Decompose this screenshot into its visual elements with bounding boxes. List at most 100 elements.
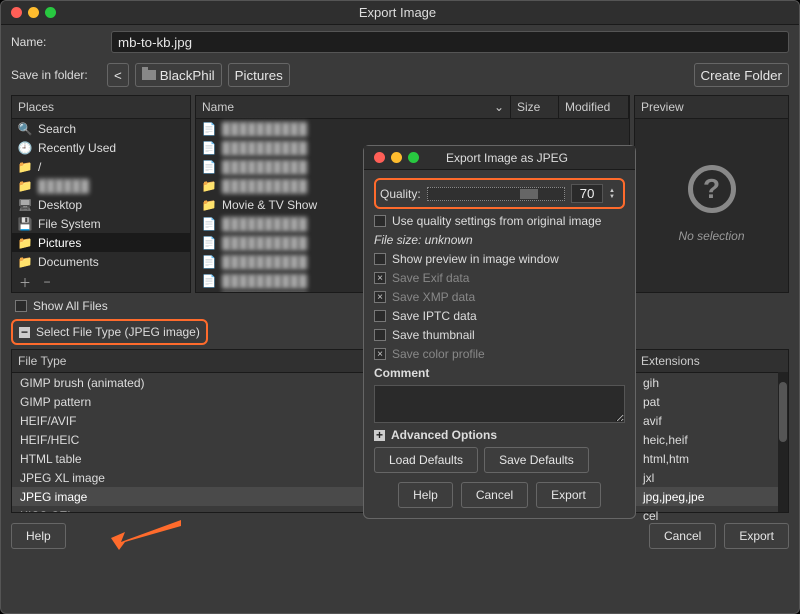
search-icon: 🔍 — [18, 122, 32, 136]
modal-export-button[interactable]: Export — [536, 482, 601, 508]
sidebar-item[interactable]: 🕘 Recently Used — [12, 138, 190, 157]
sidebar-item-label: Desktop — [38, 198, 82, 212]
save-in-folder-row: Save in folder: < BlackPhil Pictures Cre… — [1, 59, 799, 95]
extension-item[interactable]: avif — [635, 411, 788, 430]
clock-icon: 🕘 — [18, 141, 32, 155]
help-button[interactable]: Help — [11, 523, 66, 549]
comment-label: Comment — [374, 366, 429, 380]
folder-icon: 📁 — [18, 179, 32, 193]
sidebar-item[interactable]: 📁 ██████ — [12, 176, 190, 195]
save-thumbnail-checkbox[interactable]: Save thumbnail — [374, 328, 625, 342]
save-iptc-checkbox[interactable]: Save IPTC data — [374, 309, 625, 323]
file-name-label: ██████████ — [222, 217, 307, 231]
question-mark-icon: ? — [688, 165, 736, 213]
export-button[interactable]: Export — [724, 523, 789, 549]
add-place-button[interactable]: ＋ — [18, 275, 32, 289]
size-column-header[interactable]: Size — [511, 96, 559, 119]
show-preview-checkbox[interactable]: Show preview in image window — [374, 252, 625, 266]
create-folder-button[interactable]: Create Folder — [694, 63, 790, 87]
save-defaults-button[interactable]: Save Defaults — [484, 447, 589, 473]
name-column-header[interactable]: Name ⌄ — [196, 96, 511, 119]
extension-item[interactable]: jxl — [635, 468, 788, 487]
file-name-label: ██████████ — [222, 122, 307, 136]
filename-input[interactable] — [111, 31, 789, 53]
file-name-label: ██████████ — [222, 274, 307, 288]
extension-item[interactable]: html,htm — [635, 449, 788, 468]
load-defaults-button[interactable]: Load Defaults — [374, 447, 478, 473]
folder-icon — [142, 70, 156, 80]
modal-cancel-button[interactable]: Cancel — [461, 482, 528, 508]
quality-stepper[interactable]: ▲▼ — [609, 188, 619, 200]
file-size-label: File size: unknown — [374, 233, 625, 247]
scrollbar[interactable] — [778, 372, 788, 512]
maximize-icon[interactable] — [45, 7, 56, 18]
sidebar-item[interactable]: 🖥Desktop — [12, 195, 190, 214]
save-folder-label: Save in folder: — [11, 68, 101, 82]
places-header: Places — [12, 96, 190, 119]
advanced-options-expander[interactable]: +Advanced Options — [374, 428, 625, 442]
file-icon: 📄 — [202, 217, 216, 231]
comment-textarea[interactable] — [374, 385, 625, 423]
select-file-type-expander[interactable]: − Select File Type (JPEG image) — [11, 319, 208, 345]
sidebar-item[interactable]: 💾 File System — [12, 214, 190, 233]
file-name-label: Movie & TV Show — [222, 198, 317, 212]
minimize-icon[interactable] — [391, 152, 402, 163]
minimize-icon[interactable] — [28, 7, 39, 18]
file-icon: 📄 — [202, 122, 216, 136]
name-label: Name: — [11, 35, 101, 49]
modified-column-header[interactable]: Modified — [559, 96, 629, 119]
folder-icon: 📁 — [202, 179, 216, 193]
folder-icon: 📁 — [18, 255, 32, 269]
file-icon: 📄 — [202, 293, 216, 294]
sidebar-item-label: / — [38, 160, 41, 174]
use-original-checkbox[interactable]: Use quality settings from original image — [374, 214, 625, 228]
checkbox-icon — [15, 300, 27, 312]
folder-icon: 📁 — [202, 198, 216, 212]
file-row[interactable]: 📄 ██████████ — [196, 119, 629, 138]
close-icon[interactable] — [374, 152, 385, 163]
file-name-label: ██████████ — [222, 141, 307, 155]
extension-item[interactable]: heic,heif — [635, 430, 788, 449]
path-back-button[interactable]: < — [107, 63, 129, 87]
modal-help-button[interactable]: Help — [398, 482, 453, 508]
sidebar-item-label: Documents — [38, 255, 99, 269]
scrollbar-thumb[interactable] — [779, 382, 787, 442]
extensions-list[interactable]: Extensions gihpatavifheic,heifhtml,htmjx… — [634, 349, 789, 513]
modal-title: Export Image as JPEG — [419, 151, 595, 165]
remove-place-button[interactable]: − — [40, 275, 54, 289]
file-name-label: ██████████ — [222, 160, 307, 174]
preview-panel: Preview ? No selection — [634, 95, 789, 293]
file-name-label: ██████████ — [222, 179, 307, 193]
titlebar: Export Image — [1, 1, 799, 25]
save-xmp-checkbox[interactable]: ×Save XMP data — [374, 290, 625, 304]
sidebar-item[interactable]: 📁Pictures — [12, 233, 190, 252]
breadcrumb-folder-button[interactable]: BlackPhil — [135, 63, 222, 87]
disk-icon: 💾 — [18, 217, 32, 231]
no-selection-label: No selection — [678, 229, 744, 243]
quality-row: Quality: ▲▼ — [374, 178, 625, 209]
close-icon[interactable] — [11, 7, 22, 18]
sidebar-item[interactable]: 🔍Search — [12, 119, 190, 138]
save-exif-checkbox[interactable]: ×Save Exif data — [374, 271, 625, 285]
sidebar-item-label: File System — [38, 217, 101, 231]
extension-item[interactable]: gih — [635, 373, 788, 392]
extension-item[interactable]: cel — [635, 506, 788, 525]
slider-thumb[interactable] — [520, 189, 538, 199]
sidebar-item[interactable]: 📁 Documents — [12, 252, 190, 271]
folder-icon: 📁 — [18, 160, 32, 174]
maximize-icon[interactable] — [408, 152, 419, 163]
extension-item[interactable]: jpg,jpeg,jpe — [635, 487, 788, 506]
quality-slider[interactable] — [427, 187, 565, 201]
extension-item[interactable]: pat — [635, 392, 788, 411]
export-jpeg-dialog: Export Image as JPEG Quality: ▲▼ Use qua… — [363, 145, 636, 519]
quality-input[interactable] — [571, 184, 603, 203]
sidebar-item[interactable]: 📁/ — [12, 157, 190, 176]
save-color-profile-checkbox[interactable]: ×Save color profile — [374, 347, 625, 361]
breadcrumb-folder-button[interactable]: Pictures — [228, 63, 290, 87]
file-icon: 📄 — [202, 274, 216, 288]
sidebar-item-label: Recently Used — [38, 141, 116, 155]
minus-icon: − — [19, 327, 30, 338]
cancel-button[interactable]: Cancel — [649, 523, 716, 549]
file-icon: 📄 — [202, 160, 216, 174]
sidebar-item-label: ██████ — [38, 179, 89, 193]
